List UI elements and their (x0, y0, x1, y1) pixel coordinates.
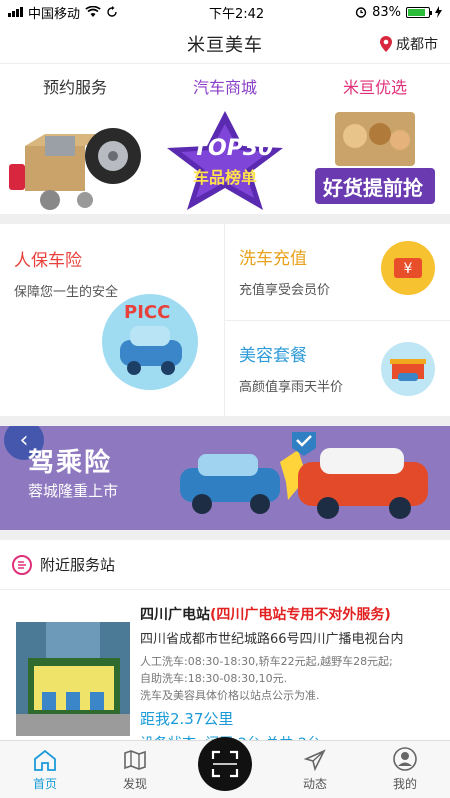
picc-car-image: PICC (100, 292, 200, 392)
tab-feed-label: 动态 (302, 777, 327, 791)
nearby-section-header: 附近服务站 (0, 540, 450, 590)
station-name-note: (四川广电站专用不对外服务) (210, 607, 391, 623)
banner-title: 驾乘险 (28, 448, 113, 478)
send-icon (303, 749, 326, 771)
station-photo (16, 622, 130, 736)
service-booking[interactable]: 预约服务 (0, 64, 150, 214)
tab-profile-label: 我的 (392, 777, 417, 791)
station-name-main: 四川广电站 (140, 607, 210, 623)
city-label: 成都市 (396, 37, 438, 53)
station-manual-wash: 人工洗车:08:30-18:30,轿车22元起,越野车28元起; (140, 655, 393, 668)
picc-logo: PICC (124, 302, 171, 323)
promo-banner[interactable]: ‹ 驾乘险 蓉城隆重上市 (0, 426, 450, 530)
scan-icon (211, 750, 239, 778)
alarm-icon (355, 7, 367, 18)
service-booking-label: 预约服务 (42, 78, 107, 97)
auto-parts-image (5, 106, 145, 216)
service-mall[interactable]: 汽车商城 TOP30 车品榜单 (150, 64, 300, 214)
status-bar: 中国移动 下午2:42 83% (0, 0, 450, 24)
top30-text: TOP30 (193, 136, 274, 161)
location-pin-icon (380, 36, 392, 52)
sync-icon (107, 6, 117, 17)
tab-discover-label: 发现 (122, 777, 147, 791)
home-icon (34, 749, 56, 771)
service-mall-label: 汽车商城 (192, 78, 257, 97)
top30-subtitle: 车品榜单 (193, 168, 258, 187)
charging-icon (435, 6, 442, 18)
nav-bar: 米亘美车 成都市 (0, 24, 450, 64)
top30-badge: TOP30 车品榜单 (155, 106, 295, 216)
carrier-label: 中国移动 (28, 6, 81, 22)
recharge-coin-icon: ¥ (381, 241, 435, 295)
service-select-label: 米亘优选 (342, 78, 407, 97)
service-grid: 人保车险 保障您一生的安全 PICC 洗车充值 充值享受会员价 ¥ 美容套餐 高… (0, 224, 450, 416)
tab-profile[interactable]: 我的 (360, 741, 450, 798)
card-beauty-package[interactable]: 美容套餐 高颜值享雨天半价 (225, 319, 450, 417)
tab-bar: 首页 发现 动态 我的 (0, 737, 450, 798)
signal-icon (8, 7, 23, 17)
station-address: 四川省成都市世纪城路66号四川广播电视台内 (140, 632, 404, 647)
page-title: 米亘美车 (187, 34, 263, 56)
nearby-title: 附近服务站 (40, 556, 116, 574)
tab-home[interactable]: 首页 (0, 741, 90, 798)
station-logo-icon (12, 554, 32, 575)
select-goods-image: 好货提前抢 (305, 106, 445, 216)
battery-percent: 83% (372, 4, 401, 20)
service-select[interactable]: 米亘优选 好货提前抢 (300, 64, 450, 214)
car-wash-station-icon (381, 341, 435, 396)
svg-text:¥: ¥ (404, 261, 413, 277)
station-name: 四川广电站(四川广电站专用不对外服务) (140, 604, 450, 624)
battery-icon (406, 6, 432, 18)
tab-scan[interactable] (180, 737, 270, 798)
card-wash-recharge[interactable]: 洗车充值 充值享受会员价 ¥ (225, 224, 450, 320)
tab-discover[interactable]: 发现 (90, 741, 180, 798)
tab-feed[interactable]: 动态 (270, 741, 360, 798)
scan-button[interactable] (198, 737, 252, 791)
city-selector[interactable]: 成都市 (380, 34, 438, 54)
user-icon (393, 747, 417, 771)
car-crash-illustration (180, 432, 428, 519)
station-price-note: 洗车及美容具体价格以站点公示为准. (140, 689, 320, 702)
map-icon (124, 750, 146, 770)
wifi-icon (85, 6, 101, 17)
insurance-title: 人保车险 (14, 251, 82, 271)
station-self-wash: 自助洗车:18:30-08:30,10元. (140, 672, 288, 685)
top-services: 预约服务 汽车商城 TOP30 车品榜单 米亘优选 好货提前抢 (0, 64, 450, 214)
station-distance: 距我2.37公里 (140, 710, 234, 728)
status-time: 下午2:42 (208, 6, 265, 22)
card-insurance[interactable]: 人保车险 保障您一生的安全 PICC (0, 224, 225, 416)
banner-subtitle: 蓉城隆重上市 (28, 482, 119, 500)
select-goods-text: 好货提前抢 (323, 176, 423, 200)
station-card[interactable]: 四川广电站(四川广电站专用不对外服务) 四川省成都市世纪城路66号四川广播电视台… (0, 590, 450, 760)
tab-home-label: 首页 (32, 777, 57, 791)
